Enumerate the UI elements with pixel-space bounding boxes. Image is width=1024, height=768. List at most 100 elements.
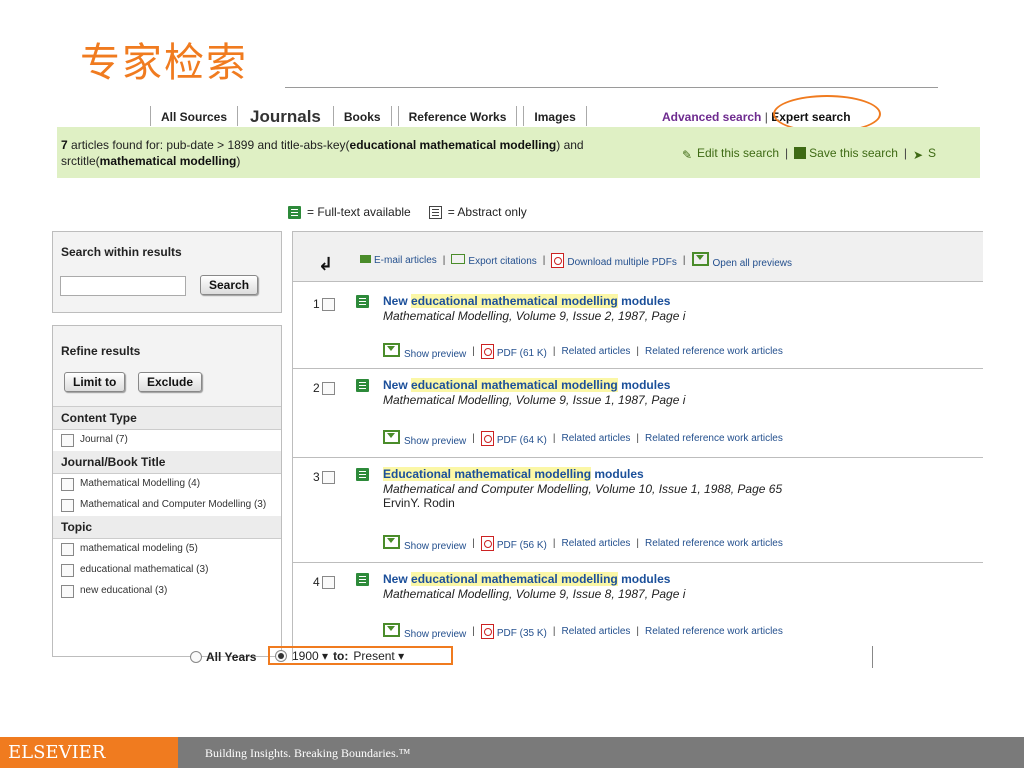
year-range-bar: All Years 1900 ▾ to: Present ▾ [150,646,875,668]
fulltext-icon [356,295,369,308]
preview-icon [383,343,400,357]
pdf-icon [480,624,494,639]
elsevier-logo: ELSEVIER [0,737,178,768]
checkbox[interactable] [61,585,74,598]
fulltext-icon [288,205,301,219]
checkbox[interactable] [61,564,74,577]
results-panel: ↲ E-mail articles | Export citations | D… [292,231,983,661]
select-arrow-icon[interactable]: ↲ [318,254,333,275]
mail-icon [360,255,371,263]
show-preview-link[interactable]: Show preview [383,430,466,447]
journal-title-header: Journal/Book Title [53,451,281,474]
tab-all-sources[interactable]: All Sources [150,106,239,126]
tab-reference-works[interactable]: Reference Works [397,106,518,126]
export-citations-link[interactable]: Export citations [451,254,537,267]
to-year-select[interactable]: Present ▾ [353,649,404,663]
export-icon [451,254,466,264]
facet-item[interactable]: mathematical modeling (5) [53,539,281,560]
download-pdfs-link[interactable]: Download multiple PDFs [551,253,677,268]
facet-item[interactable]: educational mathematical (3) [53,560,281,581]
pdf-icon [480,344,494,359]
facet-item[interactable]: new educational (3) [53,581,281,602]
fulltext-icon [356,573,369,586]
exclude-button[interactable]: Exclude [138,372,203,392]
result-source: Mathematical Modelling, Volume 9, Issue … [383,393,686,407]
from-year-select[interactable]: 1900 ▾ [292,649,328,663]
pdf-icon [480,431,494,446]
show-preview-link[interactable]: Show preview [383,535,466,552]
results-toolbar: ↲ E-mail articles | Export citations | D… [293,231,983,282]
slide-title: 专家检索 [80,40,248,86]
source-tabs: All Sources Journals Books Reference Wor… [150,104,593,126]
pdf-link[interactable]: PDF (61 K) [480,344,547,359]
related-articles-link[interactable]: Related articles [562,346,631,357]
checkbox[interactable] [61,434,74,447]
pdf-link[interactable]: PDF (56 K) [480,536,547,551]
show-preview-link[interactable]: Show preview [383,623,466,640]
preview-icon [383,623,400,637]
search-button[interactable]: Search [200,275,259,295]
edit-search-link[interactable]: ✎ Edit this search [682,146,779,162]
related-reference-link[interactable]: Related reference work articles [645,626,783,637]
checkbox[interactable] [321,297,335,311]
radio[interactable] [275,649,287,662]
content-type-header: Content Type [53,407,281,430]
facet-item[interactable]: Mathematical Modelling (4) [53,474,281,495]
related-reference-link[interactable]: Related reference work articles [645,433,783,444]
show-preview-link[interactable]: Show preview [383,343,466,360]
facet-item[interactable]: Journal (7) [53,430,281,451]
result-item: 2 New educational mathematical modelling… [293,368,983,458]
pdf-icon [551,253,565,268]
divider [872,646,873,668]
checkbox[interactable] [61,543,74,556]
fulltext-icon [356,468,369,481]
pdf-icon [480,536,494,551]
radio[interactable] [190,651,202,663]
result-source: Mathematical Modelling, Volume 9, Issue … [383,309,686,323]
all-years-option[interactable]: All Years [190,650,256,664]
result-source: Mathematical and Computer Modelling, Vol… [383,482,783,496]
save-search-link[interactable]: Save this search [794,146,898,160]
limit-to-button[interactable]: Limit to [64,372,126,392]
result-source: Mathematical Modelling, Volume 9, Issue … [383,587,686,601]
checkbox[interactable] [321,381,335,395]
tab-images[interactable]: Images [523,106,587,126]
access-legend: = Full-text available = Abstract only [288,205,527,219]
checkbox[interactable] [321,470,335,484]
email-articles-link[interactable]: E-mail articles [360,255,437,266]
fulltext-icon [356,379,369,392]
fulltext-legend: = Full-text available [307,205,411,219]
checkbox[interactable] [61,478,74,491]
pdf-link[interactable]: PDF (64 K) [480,431,547,446]
tab-books[interactable]: Books [332,106,392,126]
wand-icon: ✎ [682,148,693,162]
year-range-selector: 1900 ▾ to: Present ▾ [268,646,453,665]
result-item: 3 Educational mathematical modelling mod… [293,457,983,563]
search-within-input[interactable] [60,276,186,296]
advanced-search-link[interactable]: Advanced search [662,110,761,124]
topic-header: Topic [53,516,281,539]
arrow-icon: ➤ [913,148,924,162]
search-within-panel: Search within results Search [52,231,282,313]
facet-item[interactable]: Mathematical and Computer Modelling (3) [53,495,281,516]
open-previews-link[interactable]: Open all previews [691,252,792,269]
related-articles-link[interactable]: Related articles [562,433,631,444]
related-articles-link[interactable]: Related articles [562,626,631,637]
tab-journals[interactable]: Journals [244,106,327,126]
abstract-icon [428,205,442,219]
search-within-title: Search within results [61,245,182,259]
checkbox[interactable] [321,575,335,589]
save-icon [794,147,807,159]
checkbox[interactable] [61,499,74,512]
preview-icon [383,535,400,549]
result-title[interactable]: New educational mathematical modelling m… [383,378,670,392]
related-reference-link[interactable]: Related reference work articles [645,538,783,549]
related-articles-link[interactable]: Related articles [562,538,631,549]
result-title[interactable]: New educational mathematical modelling m… [383,572,670,586]
related-reference-link[interactable]: Related reference work articles [645,346,783,357]
more-link[interactable]: ➤ S [913,146,936,162]
pdf-link[interactable]: PDF (35 K) [480,624,547,639]
result-title[interactable]: New educational mathematical modelling m… [383,294,670,308]
result-title[interactable]: Educational mathematical modelling modul… [383,467,644,481]
search-actions: ✎ Edit this search | Save this search | ➤… [682,146,937,162]
